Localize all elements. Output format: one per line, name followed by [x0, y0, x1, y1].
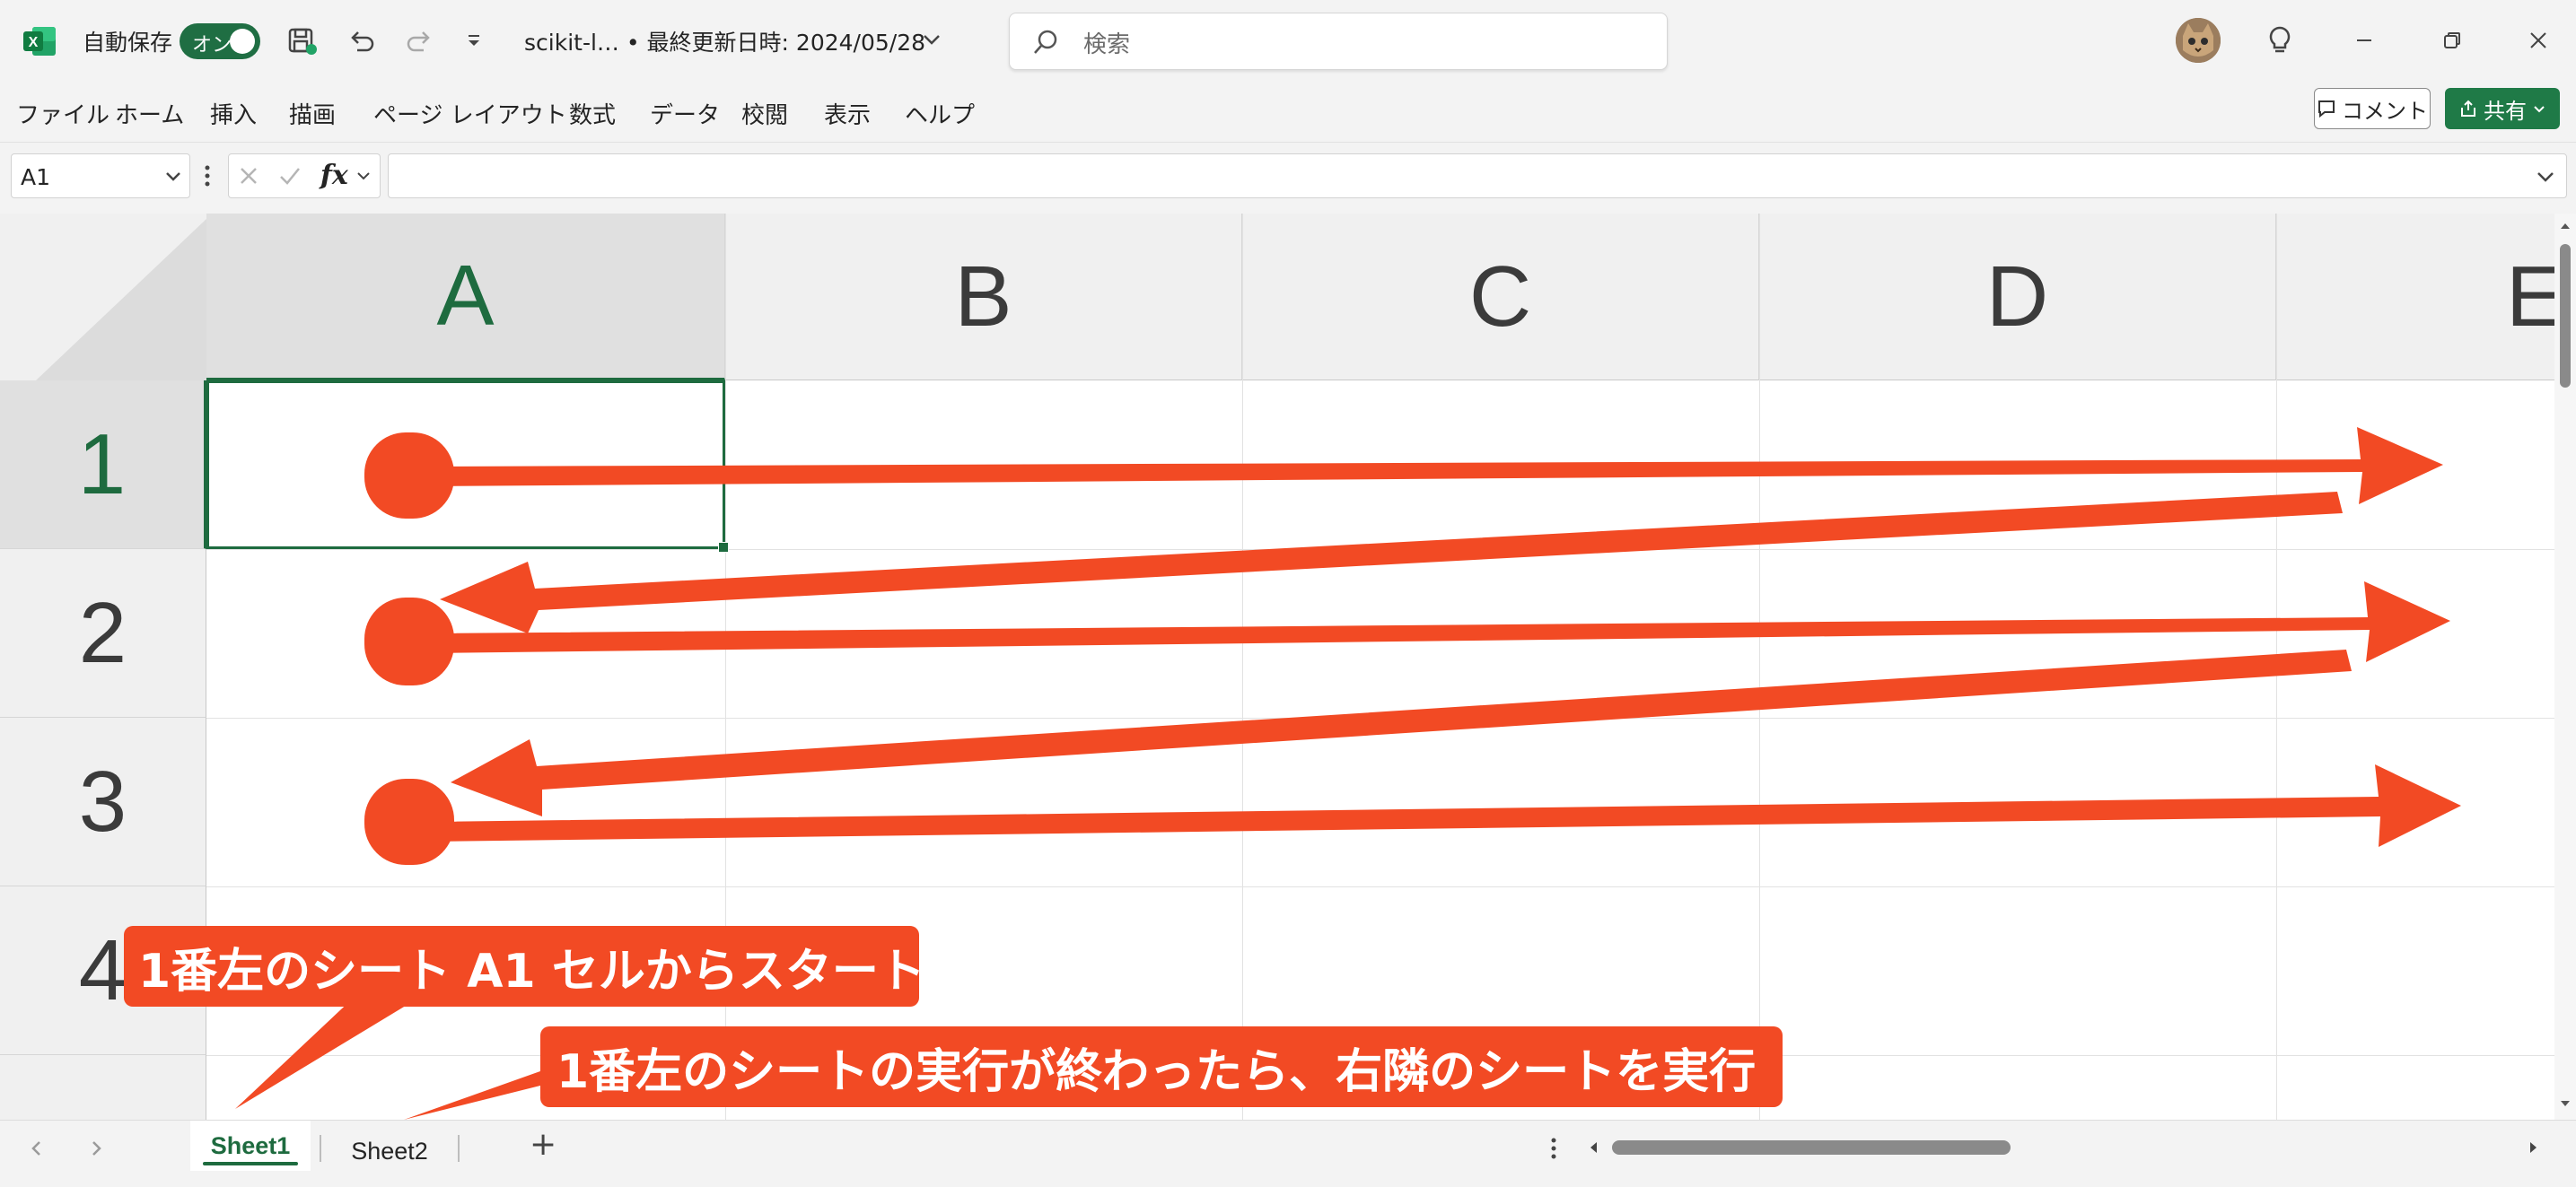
- more-options-icon[interactable]: [1549, 1135, 1558, 1162]
- prev-sheet-icon[interactable]: [27, 1139, 47, 1158]
- callout-next-sheet: 1番左のシートの実行が終わったら、右隣のシートを実行: [540, 1026, 1783, 1107]
- sheet-tab-bar: Sheet1 Sheet2 +: [0, 1120, 2576, 1187]
- callout-start: 1番左のシート A1 セルからスタート: [124, 926, 925, 1007]
- scroll-right-icon[interactable]: [2524, 1139, 2542, 1156]
- scroll-left-icon[interactable]: [1585, 1139, 1603, 1156]
- tab-divider: [320, 1135, 321, 1162]
- arrow-row-1: [431, 427, 2443, 504]
- sheet-tab-label: Sheet2: [351, 1137, 428, 1165]
- sheet-tab-label: Sheet1: [210, 1131, 291, 1159]
- tab-divider: [458, 1135, 460, 1162]
- active-tab-indicator: [203, 1162, 298, 1165]
- annotation-arrows: [235, 427, 2461, 1120]
- add-sheet-button[interactable]: +: [530, 1126, 556, 1163]
- horizontal-scroll-thumb[interactable]: [1612, 1140, 2011, 1155]
- callout-tail-1: [235, 996, 422, 1109]
- return-arrow-2: [451, 650, 2352, 816]
- return-arrow-1: [440, 492, 2343, 633]
- sheet-tab-sheet1[interactable]: Sheet1: [190, 1121, 311, 1171]
- sheet-tab-sheet2[interactable]: Sheet2: [327, 1126, 452, 1176]
- next-sheet-icon[interactable]: [86, 1139, 106, 1158]
